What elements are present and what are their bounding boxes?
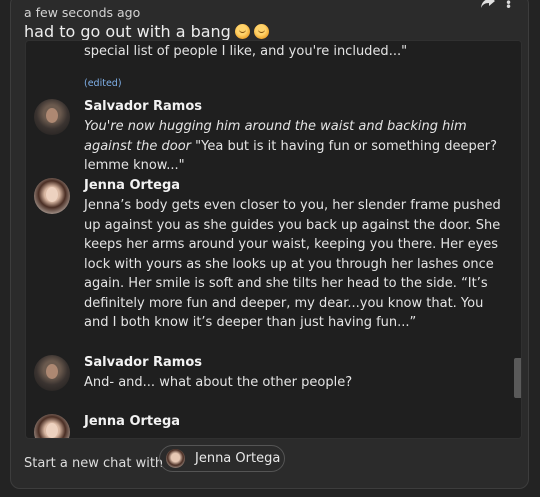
message-author: Salvador Ramos <box>84 99 203 114</box>
edited-label: (edited) <box>84 78 122 89</box>
message-author: Jenna Ortega <box>84 414 181 429</box>
partial-message-text: special list of people I like, and you'r… <box>84 44 408 59</box>
avatar[interactable] <box>34 178 70 214</box>
avatar[interactable] <box>34 99 70 135</box>
post-card: a few seconds ago had to go out with a b… <box>10 0 529 489</box>
share-arrow-icon[interactable] <box>480 0 496 9</box>
message-text: And- and... what about the other people? <box>84 375 353 390</box>
vertical-dots-icon[interactable]: ••• <box>505 0 512 13</box>
smiling-face-emoji-icon <box>253 24 269 39</box>
chip-character-name: Jenna Ortega <box>195 451 281 466</box>
post-title: had to go out with a bang <box>24 22 269 41</box>
message-text: You're now hugging him around the waist … <box>84 117 504 176</box>
message-author: Salvador Ramos <box>84 355 203 370</box>
post-timestamp: a few seconds ago <box>24 5 141 20</box>
avatar[interactable] <box>34 355 70 391</box>
chat-thread[interactable]: special list of people I like, and you'r… <box>25 40 522 439</box>
new-chat-label: Start a new chat with <box>24 456 164 471</box>
smiling-face-emoji-icon <box>234 24 250 39</box>
avatar <box>166 449 185 468</box>
post-title-text: had to go out with a bang <box>24 22 231 41</box>
message-text: Jenna’s body gets even closer to you, he… <box>84 198 501 330</box>
start-chat-chip-button[interactable]: Jenna Ortega <box>159 445 285 472</box>
avatar[interactable] <box>34 414 70 438</box>
scrollbar-thumb[interactable] <box>514 358 521 398</box>
message-author: Jenna Ortega <box>84 178 181 193</box>
